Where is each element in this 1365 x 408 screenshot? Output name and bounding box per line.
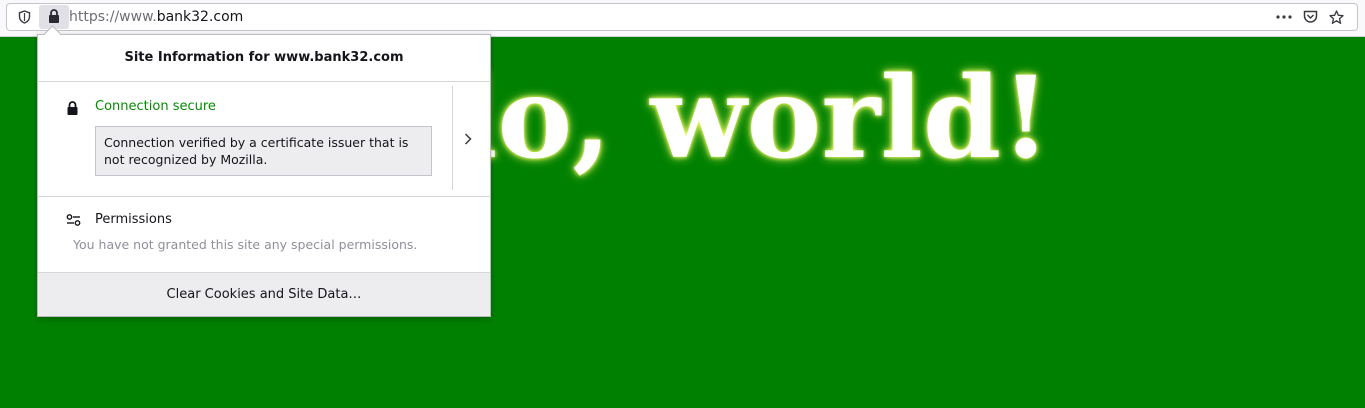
more-icon[interactable]	[1273, 4, 1295, 30]
bookmark-star-icon[interactable]	[1325, 4, 1347, 30]
chevron-right-icon[interactable]	[464, 130, 472, 149]
permissions-section: Permissions You have not granted this si…	[38, 197, 490, 273]
url-host: bank32.com	[156, 9, 244, 25]
certificate-note: Connection verified by a certificate iss…	[95, 126, 432, 176]
section-divider	[452, 86, 453, 190]
site-lock-button[interactable]	[39, 5, 69, 29]
page-heading: lo, world!	[455, 53, 1051, 184]
connection-status-label: Connection secure	[95, 99, 216, 114]
panel-title: Site Information for www.bank32.com	[38, 35, 490, 82]
site-information-panel: Site Information for www.bank32.com Conn…	[37, 25, 491, 317]
lock-icon	[66, 100, 79, 119]
connection-section: Connection secure Connection verified by…	[38, 82, 490, 197]
pocket-icon[interactable]	[1299, 4, 1321, 30]
permissions-label: Permissions	[95, 212, 172, 227]
permissions-note: You have not granted this site any speci…	[73, 237, 418, 252]
url-protocol: https://www.	[69, 9, 157, 25]
permissions-icon	[66, 212, 81, 231]
url-text[interactable]: https://www.bank32.com	[69, 4, 243, 30]
clear-cookies-button[interactable]: Clear Cookies and Site Data…	[38, 273, 490, 316]
browser-toolbar: https://www.bank32.com	[0, 0, 1365, 37]
lock-icon	[48, 8, 60, 27]
url-bar[interactable]: https://www.bank32.com	[6, 3, 1358, 31]
tracking-protection-shield-icon[interactable]	[13, 4, 35, 30]
